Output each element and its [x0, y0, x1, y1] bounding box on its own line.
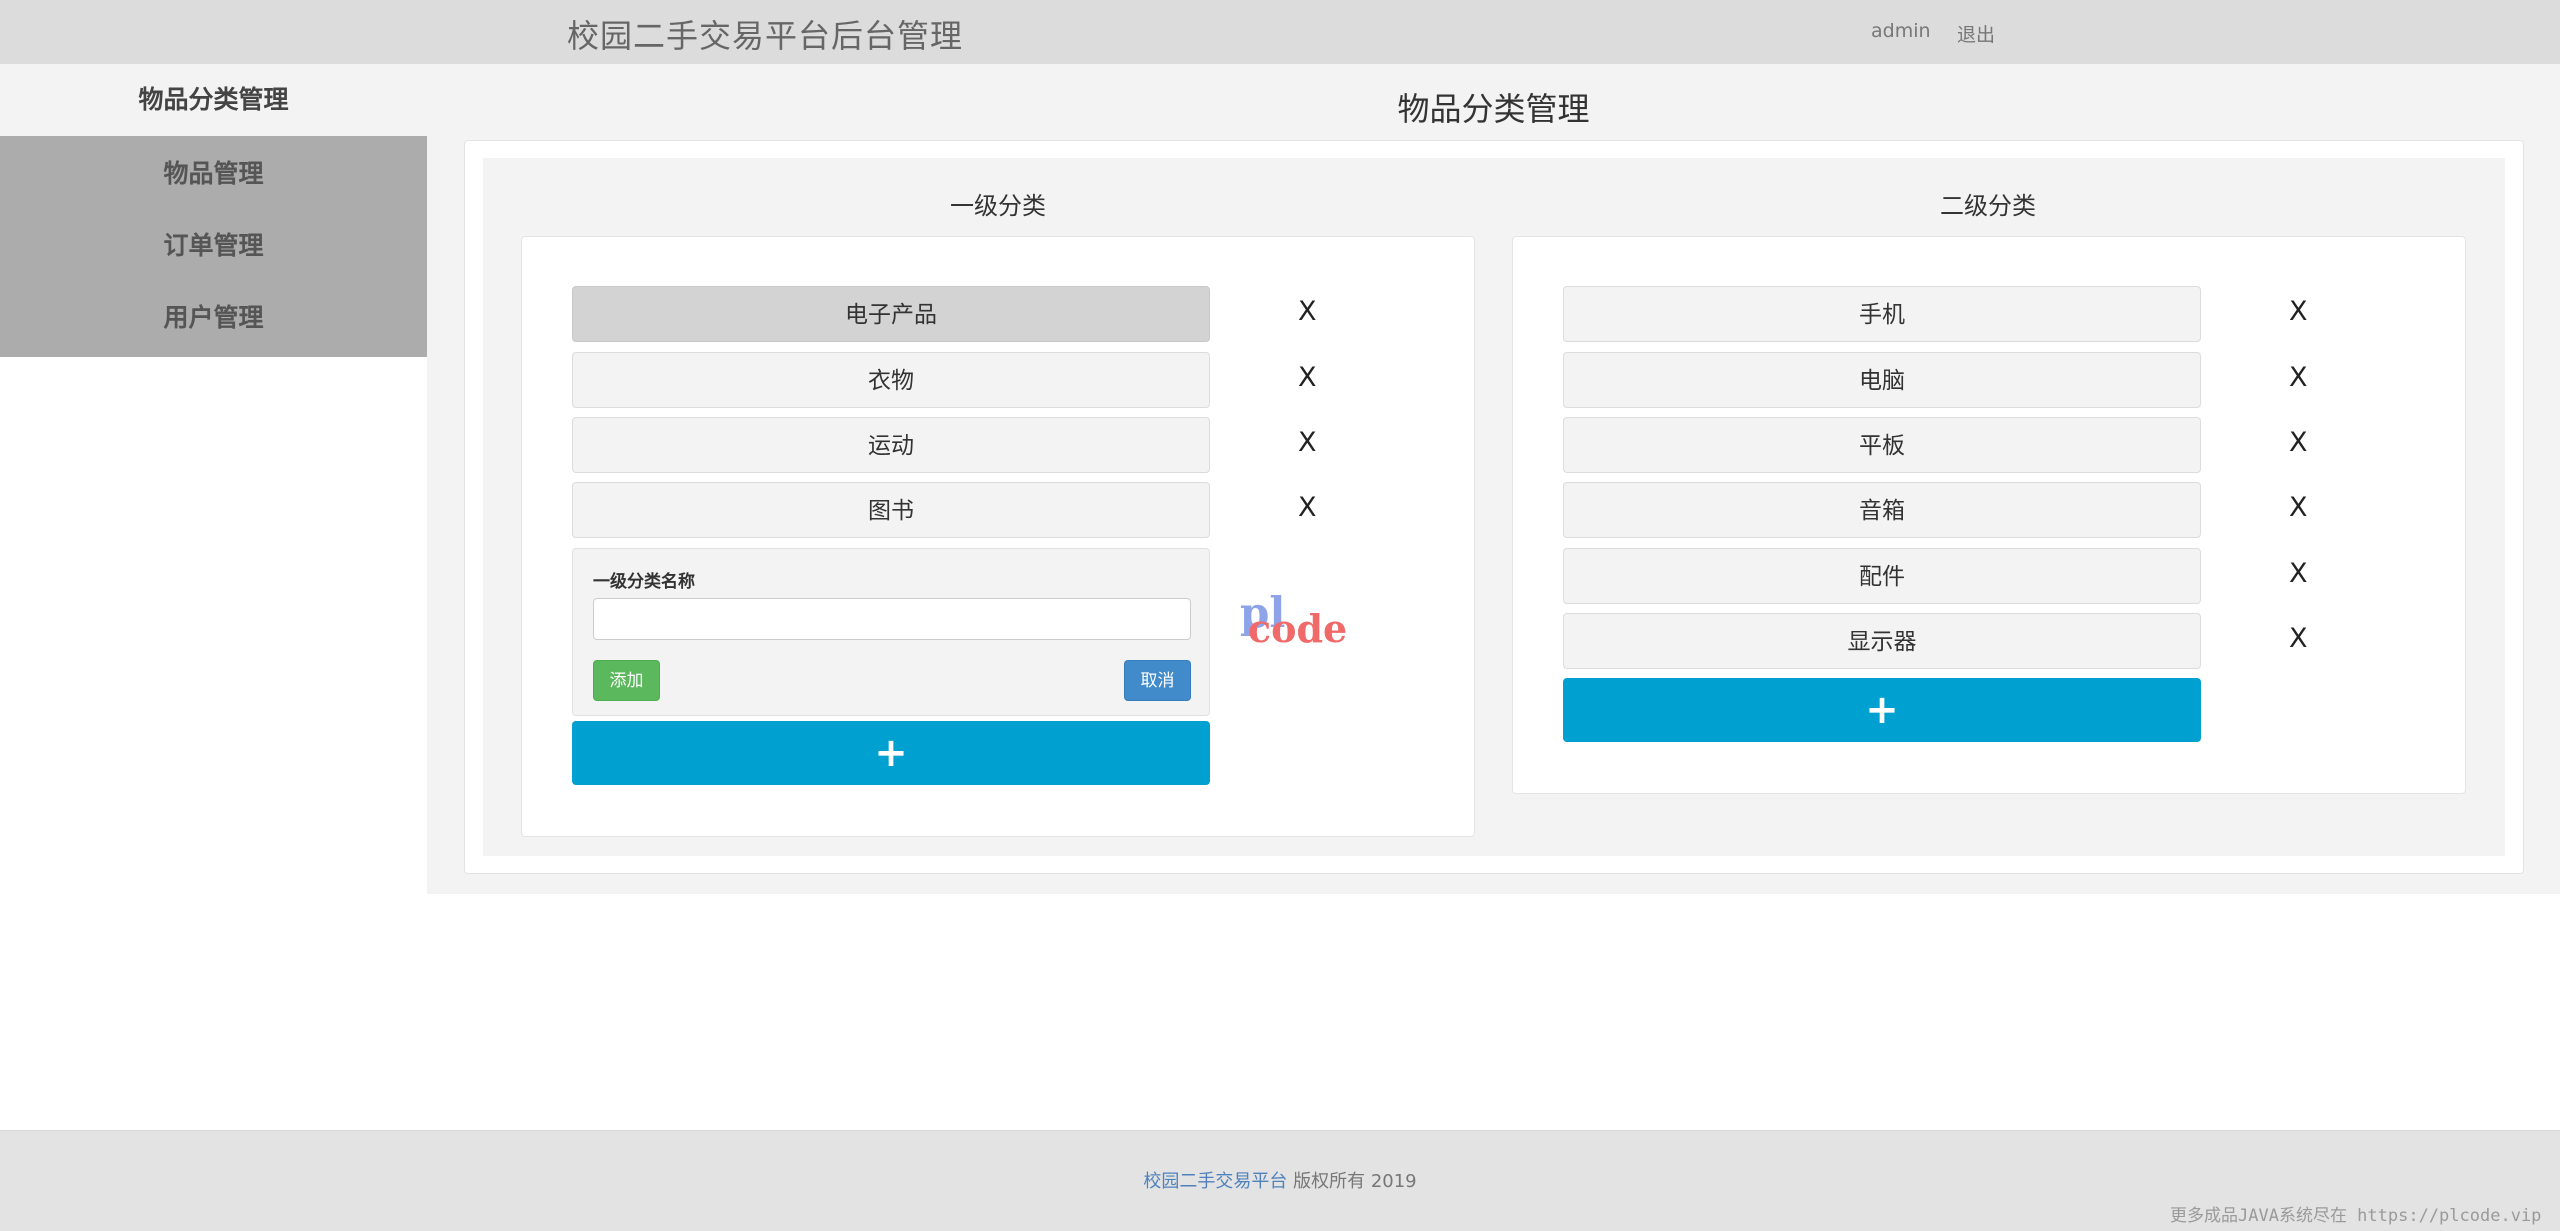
level1-add-button[interactable]: + — [572, 721, 1210, 785]
level2-delete-monitor[interactable]: X — [2289, 623, 2308, 654]
level1-delete-sports[interactable]: X — [1298, 427, 1317, 458]
add-button[interactable]: 添加 — [593, 660, 660, 701]
level2-item-computer[interactable]: 电脑 — [1563, 352, 2201, 408]
level1-name-label: 一级分类名称 — [593, 572, 695, 592]
plcode-watermark-logo: pl code — [1240, 588, 1347, 651]
level1-item-electronics[interactable]: 电子产品 — [572, 286, 1210, 342]
level2-delete-phone[interactable]: X — [2289, 296, 2308, 327]
level1-add-form: 一级分类名称 添加 取消 — [572, 548, 1210, 716]
level1-delete-books[interactable]: X — [1298, 492, 1317, 523]
level2-add-button[interactable]: + — [1563, 678, 2201, 742]
sidebar-item-goods-management[interactable]: 物品管理 — [0, 138, 427, 210]
level2-item-monitor[interactable]: 显示器 — [1563, 613, 2201, 669]
level2-item-tablet[interactable]: 平板 — [1563, 417, 2201, 473]
level1-item-sports[interactable]: 运动 — [572, 417, 1210, 473]
level2-delete-speaker[interactable]: X — [2289, 492, 2308, 523]
sidebar-item-order-management[interactable]: 订单管理 — [0, 210, 427, 282]
cancel-button[interactable]: 取消 — [1124, 660, 1191, 701]
footer-copyright: 版权所有 2019 — [1293, 1171, 1417, 1192]
logout-link[interactable]: 退出 — [1957, 20, 1995, 47]
footer-brand: 校园二手交易平台 — [1143, 1171, 1288, 1192]
sidebar: 物品分类管理 物品管理 订单管理 用户管理 — [0, 64, 427, 357]
level1-item-books[interactable]: 图书 — [572, 482, 1210, 538]
current-user: admin — [1871, 20, 1931, 42]
sidebar-item-user-management[interactable]: 用户管理 — [0, 282, 427, 354]
level2-title: 二级分类 — [1940, 192, 2036, 220]
level2-delete-tablet[interactable]: X — [2289, 427, 2308, 458]
level1-delete-electronics[interactable]: X — [1298, 296, 1317, 327]
level1-title: 一级分类 — [950, 192, 1046, 220]
level2-delete-computer[interactable]: X — [2289, 362, 2308, 393]
sidebar-item-category-management[interactable]: 物品分类管理 — [0, 64, 427, 136]
page-title: 物品分类管理 — [1397, 90, 1590, 128]
top-bar: 校园二手交易平台后台管理 admin 退出 — [0, 0, 2560, 65]
level1-item-clothing[interactable]: 衣物 — [572, 352, 1210, 408]
level2-delete-accessories[interactable]: X — [2289, 558, 2308, 589]
level1-delete-clothing[interactable]: X — [1298, 362, 1317, 393]
level2-item-speaker[interactable]: 音箱 — [1563, 482, 2201, 538]
sidebar-submenu: 物品管理 订单管理 用户管理 — [0, 136, 427, 357]
corner-note: 更多成品JAVA系统尽在 https://plcode.vip — [2170, 1206, 2542, 1226]
level1-name-input[interactable] — [593, 598, 1191, 640]
watermark-code: code — [1248, 606, 1348, 651]
level2-item-accessories[interactable]: 配件 — [1563, 548, 2201, 604]
site-title: 校园二手交易平台后台管理 — [567, 17, 964, 55]
level2-item-phone[interactable]: 手机 — [1563, 286, 2201, 342]
footer-text: 校园二手交易平台 版权所有 2019 — [0, 1167, 2560, 1193]
